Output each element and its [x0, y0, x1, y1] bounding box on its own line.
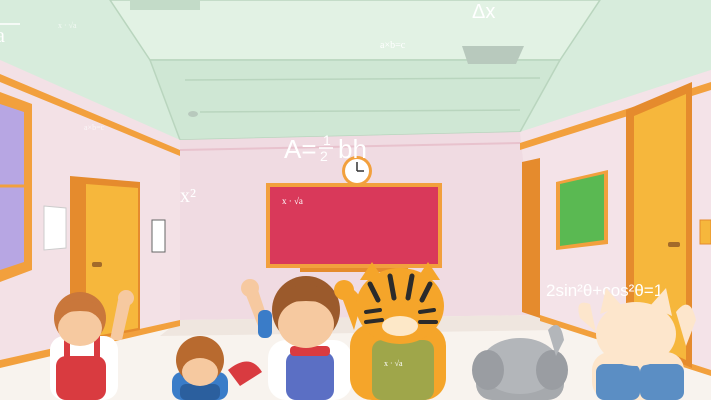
formula-axb: a×b=c: [380, 40, 406, 51]
formula-area-den: 2: [320, 148, 328, 164]
door-handle: [668, 242, 680, 247]
ceiling-vent: [130, 0, 200, 10]
wall-sign: [699, 219, 711, 245]
notice-sheet: [43, 205, 67, 251]
door-frame-right-far: [522, 158, 540, 318]
classroom-illustration: x · √a a x · √a Δx a×b=c a×b=c A= 1 2 bh…: [0, 0, 711, 400]
formula-axb-small: a×b=c: [84, 123, 105, 132]
formula-sqrt: x · √a: [58, 21, 77, 30]
ceiling-light: [188, 111, 198, 117]
formula-delta-x: Δx: [472, 1, 495, 23]
ceiling-vent: [462, 46, 524, 64]
bag-formula: x · √a: [384, 359, 403, 368]
formula-area-num: 1: [323, 132, 331, 148]
formula-area-bh: bh: [338, 134, 367, 164]
ceiling-panel-rear: [148, 59, 562, 141]
chalkboard-formula: x · √a: [282, 196, 303, 206]
formula-x-squared: x²: [180, 185, 196, 207]
classroom-scene: x · √a a x · √a Δx a×b=c a×b=c A= 1 2 bh…: [0, 0, 711, 400]
greenboard: [560, 174, 604, 246]
notice-frame: [151, 219, 166, 253]
formula-area: A=: [284, 134, 317, 164]
formula-a: a: [0, 25, 5, 47]
door-handle: [92, 262, 102, 267]
